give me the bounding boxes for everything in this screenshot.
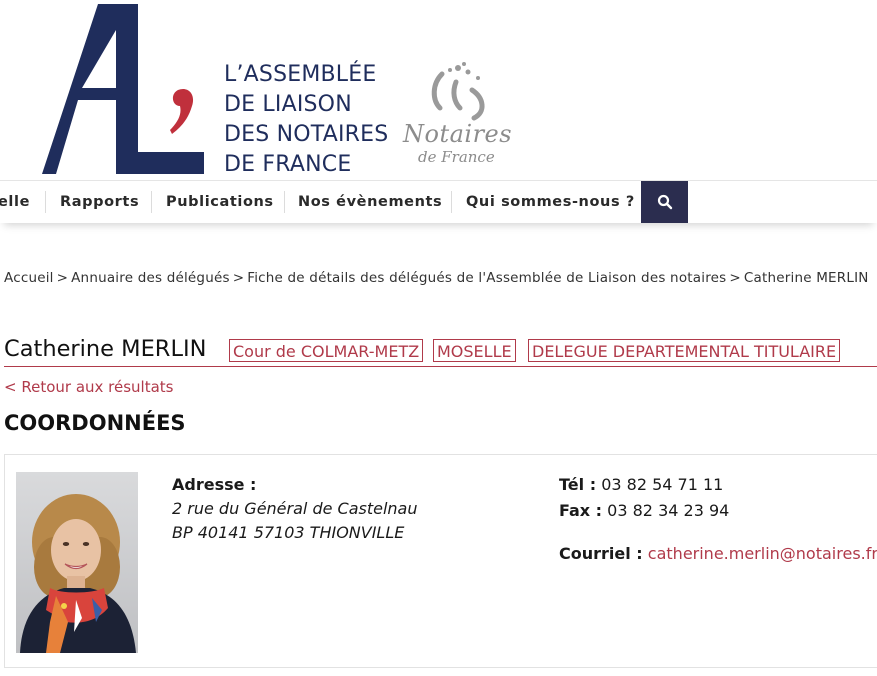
nav-item-partial[interactable]: elle xyxy=(0,181,30,223)
portrait-image xyxy=(16,472,138,653)
notaires-logo-word: Notaires xyxy=(403,120,513,148)
section-title-coordonnees: COORDONNÉES xyxy=(4,411,186,435)
fax-value: 03 82 34 23 94 xyxy=(607,501,730,520)
breadcrumb: Accueil > Annuaire des délégués > Fiche de d… xyxy=(4,270,869,286)
breadcrumb-current: Catherine MERLIN xyxy=(743,270,869,286)
address-line-1: 2 rue du Général de Castelnau xyxy=(172,499,418,518)
nav-divider xyxy=(284,191,285,213)
assemblee-logo-text: L’ASSEMBLÉE DE LIAISON DES NOTAIRES DE F… xyxy=(224,60,394,180)
contact-card: Adresse : 2 rue du Général de Castelnau … xyxy=(4,454,877,668)
page-title: Catherine MERLIN xyxy=(4,336,207,362)
site-header: L’ASSEMBLÉE DE LIAISON DES NOTAIRES DE F… xyxy=(0,0,877,180)
tel-label: Tél : xyxy=(559,475,597,494)
nav-item-publications[interactable]: Publications xyxy=(166,181,274,223)
nav-item-evenements[interactable]: Nos évènements xyxy=(298,181,442,223)
breadcrumb-accueil[interactable]: Accueil xyxy=(4,270,54,286)
fax-row: Fax : 03 82 34 23 94 xyxy=(559,501,729,520)
nav-item-qui-sommes-nous[interactable]: Qui sommes-nous ? xyxy=(466,181,635,223)
search-icon xyxy=(657,194,672,210)
logo-line-1: L’ASSEMBLÉE xyxy=(224,62,377,87)
logo-line-3: DES NOTAIRES xyxy=(224,122,389,147)
nav-search-button[interactable] xyxy=(641,181,688,223)
tag-departement[interactable]: MOSELLE xyxy=(433,339,516,362)
nav-divider xyxy=(45,191,46,213)
breadcrumb-separator: > xyxy=(56,270,69,286)
tel-row: Tél : 03 82 54 71 11 xyxy=(559,475,723,494)
nav-item-rapports[interactable]: Rapports xyxy=(60,181,139,223)
logo-line-2: DE LIAISON xyxy=(224,92,352,117)
address-label: Adresse : xyxy=(172,475,257,494)
email-row: Courriel : catherine.merlin@notaires.fr xyxy=(559,544,877,563)
email-label: Courriel : xyxy=(559,544,643,563)
main-nav: elle Rapports Publications Nos évènement… xyxy=(0,180,877,223)
tel-value: 03 82 54 71 11 xyxy=(601,475,724,494)
profile-photo xyxy=(16,472,138,653)
back-to-results-link[interactable]: < Retour aux résultats xyxy=(4,378,173,396)
logo-line-4: DE FRANCE xyxy=(224,152,352,177)
nav-divider xyxy=(151,191,152,213)
email-link[interactable]: catherine.merlin@notaires.fr xyxy=(648,544,877,563)
address-line-2: BP 40141 57103 THIONVILLE xyxy=(172,523,405,542)
assemblee-logo-mark[interactable] xyxy=(30,2,220,180)
breadcrumb-fiche[interactable]: Fiche de détails des délégués de l'Assem… xyxy=(247,270,726,286)
profile-title-row: Catherine MERLIN Cour de COLMAR-METZ MOS… xyxy=(4,336,877,367)
fax-label: Fax : xyxy=(559,501,603,520)
breadcrumb-separator: > xyxy=(232,270,245,286)
notaires-logo-sub: de France xyxy=(418,148,495,166)
nav-divider xyxy=(451,191,452,213)
tag-fonction[interactable]: DELEGUE DEPARTEMENTAL TITULAIRE xyxy=(528,339,841,362)
breadcrumb-annuaire[interactable]: Annuaire des délégués xyxy=(71,270,230,286)
tag-cour[interactable]: Cour de COLMAR-METZ xyxy=(229,339,424,362)
breadcrumb-separator: > xyxy=(729,270,741,286)
